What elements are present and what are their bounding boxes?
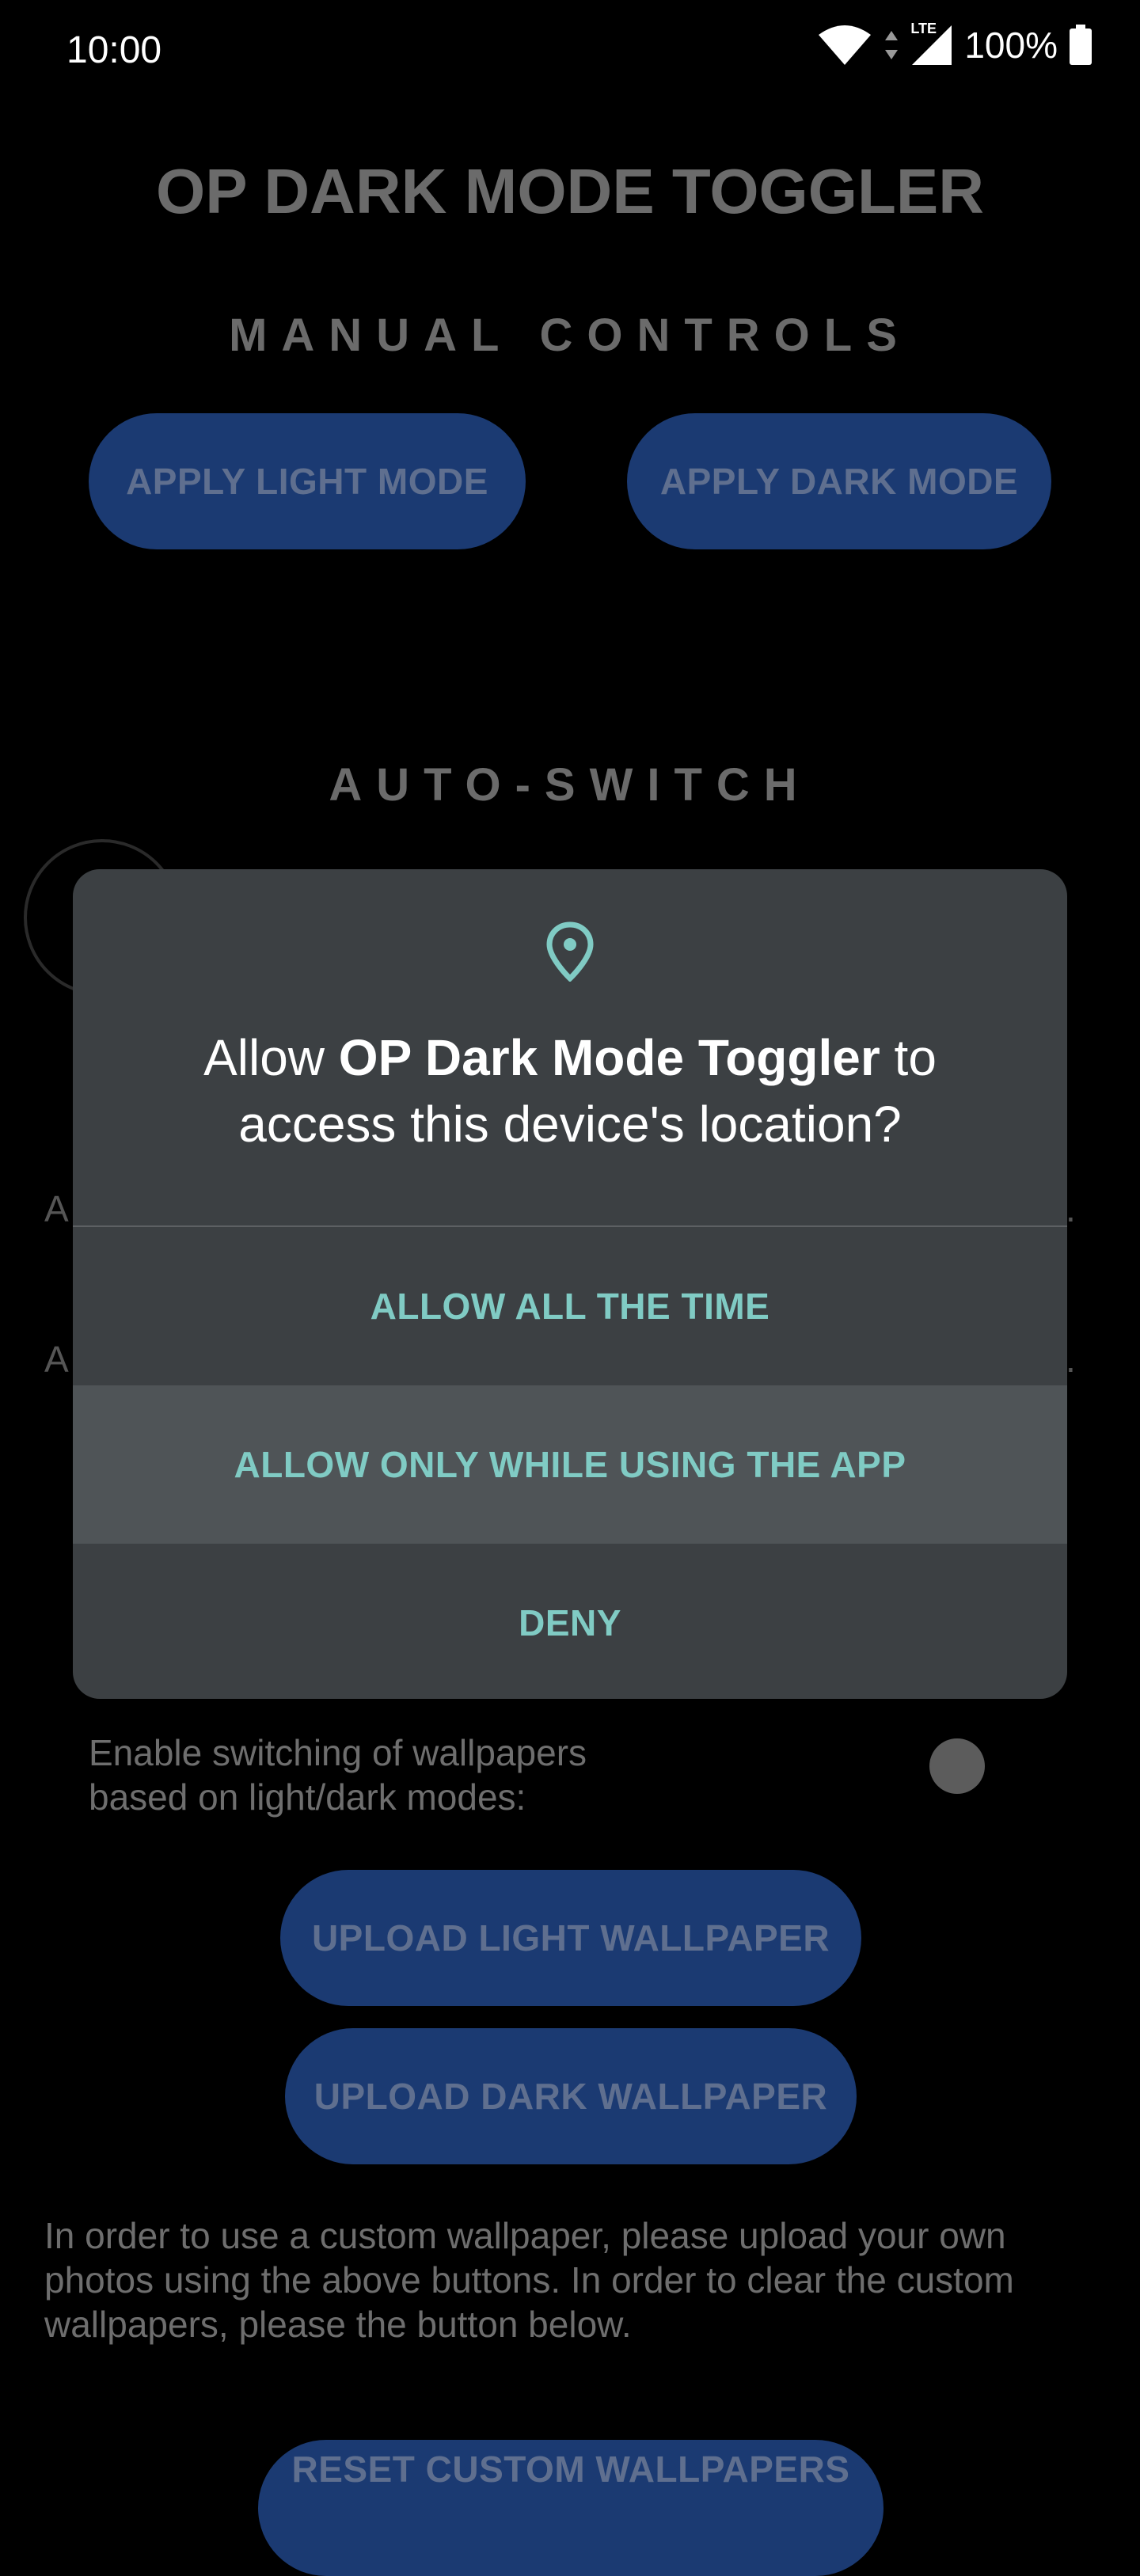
wallpaper-info-text: In order to use a custom wallpaper, plea…: [44, 2215, 1014, 2345]
deny-button[interactable]: DENY: [73, 1544, 1067, 1699]
network-type-label: LTE: [910, 21, 937, 36]
reset-custom-wallpapers-button[interactable]: RESET CUSTOM WALLPAPERS: [258, 2440, 884, 2576]
wifi-icon: [819, 25, 872, 65]
data-arrows-icon: [885, 31, 899, 59]
auto-switch-row2-label: A: [44, 1339, 69, 1380]
status-time: 10:00: [66, 29, 162, 71]
wallpaper-switch-label: Enable switching of wallpapers based on …: [89, 1732, 587, 1818]
allow-while-using-button[interactable]: ALLOW ONLY WHILE USING THE APP: [73, 1385, 1067, 1544]
app-title: OP DARK MODE TOGGLER: [155, 156, 984, 226]
dialog-message: Allow OP Dark Mode Toggler to access thi…: [120, 1024, 1020, 1157]
dialog-icon-wrap: [73, 921, 1067, 982]
dialog-message-prefix: Allow: [203, 1029, 339, 1086]
signal-icon: LTE: [910, 21, 953, 66]
manual-controls-heading: MANUAL CONTROLS: [229, 310, 911, 361]
upload-dark-wallpaper-button[interactable]: UPLOAD DARK WALLPAPER: [285, 2028, 857, 2164]
wallpaper-switch-toggle[interactable]: [929, 1738, 985, 1794]
battery-icon: [1070, 25, 1092, 65]
location-permission-dialog: Allow OP Dark Mode Toggler to access thi…: [73, 869, 1067, 1699]
dialog-app-name: OP Dark Mode Toggler: [338, 1029, 880, 1086]
upload-light-wallpaper-button[interactable]: UPLOAD LIGHT WALLPAPER: [280, 1870, 861, 2006]
auto-switch-heading: AUTO-SWITCH: [329, 759, 811, 811]
status-icons: LTE 100%: [817, 21, 1092, 66]
apply-dark-mode-button[interactable]: APPLY DARK MODE: [627, 413, 1051, 549]
auto-switch-row1-label: A: [44, 1188, 69, 1229]
location-pin-icon: [546, 921, 594, 982]
allow-all-the-time-button[interactable]: ALLOW ALL THE TIME: [73, 1227, 1067, 1385]
battery-percent: 100%: [964, 25, 1058, 66]
apply-light-mode-button[interactable]: APPLY LIGHT MODE: [89, 413, 526, 549]
